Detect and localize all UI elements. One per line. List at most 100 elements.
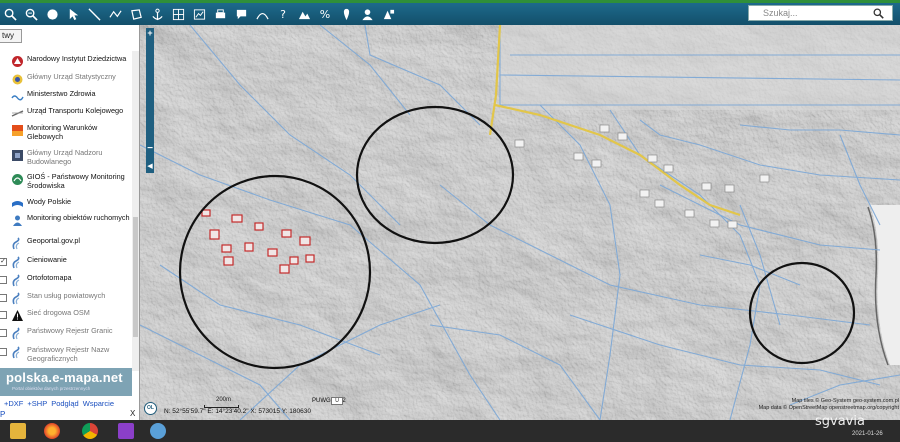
layer-label: Stan usług powiatowych — [27, 291, 106, 300]
zoom-out-tool[interactable] — [21, 4, 41, 24]
layer-item[interactable]: Narodowy Instytut Dziedzictwa — [0, 54, 132, 68]
shp-link[interactable]: +SHP — [27, 399, 47, 411]
zoom-in-tool[interactable] — [0, 4, 20, 24]
measure-path-icon[interactable] — [105, 4, 125, 24]
layer-checkbox[interactable] — [0, 329, 7, 337]
print-icon[interactable] — [210, 4, 230, 24]
logo-text: polska.e-mapa.net — [6, 370, 123, 385]
layers-panel: twy Narodowy Instytut Dziedzictwa Główny … — [0, 25, 140, 420]
layer-checkbox[interactable]: ✓ — [0, 258, 7, 266]
users-icon[interactable] — [357, 4, 377, 24]
layer-label: Narodowy Instytut Dziedzictwa — [27, 54, 127, 63]
curve-icon[interactable] — [252, 4, 272, 24]
layer-label: Państwowy Rejestr Nazw Geograficznych — [27, 345, 110, 363]
search-bar — [748, 5, 893, 21]
layer-item[interactable]: Państwowy Rejestr Granic — [0, 326, 132, 340]
geoportal-icon — [11, 256, 24, 269]
geoportal-icon — [11, 237, 24, 250]
map-statusbar: OL 200m N: 52°55'59.7" E: 14°23'40.2" X:… — [140, 397, 900, 420]
layer-label: Ortofotomapa — [27, 273, 72, 282]
layer-item[interactable]: Urząd Transportu Kolejowego — [0, 106, 132, 120]
logo-subtitle: Portal obiektów danych przestrzennych — [12, 386, 91, 391]
layer-item[interactable]: Geoportal.gov.pl — [0, 236, 132, 250]
layer-item[interactable]: GIOŚ - Państwowy Monitoring Środowiska — [0, 172, 132, 190]
anchor-icon[interactable] — [147, 4, 167, 24]
nid-icon — [11, 55, 24, 68]
building-icon — [11, 149, 24, 162]
layer-item[interactable]: Wody Polskie — [0, 197, 132, 211]
panel-close-button[interactable]: X — [130, 409, 135, 418]
paint-icon[interactable] — [150, 423, 166, 439]
help-icon[interactable]: ? — [273, 4, 293, 24]
grid-select-icon[interactable] — [168, 4, 188, 24]
layer-checkbox[interactable] — [0, 276, 7, 284]
layer-label: Główny Urząd Nadzoru Budowlanego — [27, 148, 103, 166]
measure-area-icon[interactable] — [126, 4, 146, 24]
layer-item[interactable]: Główny Urząd Nadzoru Budowlanego — [0, 148, 132, 166]
cursor-coordinates: N: 52°55'59.7" E: 14°23'40.2" X: 573015 … — [164, 408, 311, 415]
attribution-osm[interactable]: Map data © OpenStreetMap openstreetmap.o… — [729, 405, 899, 412]
soil-icon — [11, 124, 24, 137]
zoom-out-button[interactable]: − — [146, 144, 154, 154]
watermark: sgvavia — [815, 414, 865, 429]
environment-icon — [11, 173, 24, 186]
os-taskbar — [0, 420, 900, 442]
attribution-tiles[interactable]: Map tiles © Geo-System geo-system.com.pl — [729, 398, 899, 405]
layer-list-scrollbar[interactable] — [132, 51, 139, 371]
scroll-thumb[interactable] — [133, 217, 138, 337]
layer-checkbox[interactable] — [0, 348, 7, 356]
warning-icon — [11, 309, 24, 322]
layer-item[interactable]: Monitoring obiektów ruchomych — [0, 213, 132, 227]
layer-label: Urząd Transportu Kolejowego — [27, 106, 124, 115]
file-explorer-icon[interactable] — [10, 423, 26, 439]
pin-icon[interactable] — [336, 4, 356, 24]
layer-checkbox[interactable] — [0, 294, 7, 302]
gus-icon — [11, 73, 24, 86]
panel-foot-left[interactable]: P — [0, 410, 5, 419]
measure-line-icon[interactable] — [84, 4, 104, 24]
comment-icon[interactable] — [231, 4, 251, 24]
layer-checkbox[interactable] — [0, 311, 7, 319]
dxf-link[interactable]: +DXF — [4, 399, 23, 411]
hillshade-map — [140, 25, 900, 420]
export-image-icon[interactable] — [189, 4, 209, 24]
layers-tab[interactable]: twy — [0, 29, 22, 43]
layer-item[interactable]: Ministerstwo Zdrowia — [0, 89, 132, 103]
search-app-icon[interactable] — [118, 423, 134, 439]
taskbar-date: 2021-01-26 — [852, 431, 883, 437]
firefox-icon[interactable] — [44, 423, 60, 439]
layer-label: Cieniowanie — [27, 255, 67, 264]
layer-item[interactable]: Państwowy Rejestr Nazw Geograficznych — [0, 345, 132, 363]
layer-label: Sieć drogowa OSM — [27, 308, 90, 317]
layer-item[interactable]: Monitoring Warunków Glebowych — [0, 123, 132, 141]
layer-label: Państwowy Rejestr Granic — [27, 326, 113, 335]
layer-label: Ministerstwo Zdrowia — [27, 89, 96, 98]
pointer-icon[interactable] — [63, 4, 83, 24]
preview-link[interactable]: Podgląd — [51, 399, 79, 411]
search-icon[interactable] — [871, 6, 885, 20]
support-link[interactable]: Wsparcie — [83, 399, 114, 411]
geoportal-icon — [11, 327, 24, 340]
percent-icon[interactable]: % — [315, 4, 335, 24]
layer-item[interactable]: Ortofotomapa — [0, 273, 132, 287]
layer-item[interactable]: Stan usług powiatowych — [0, 291, 132, 305]
layer-item[interactable]: Sieć drogowa OSM — [0, 308, 132, 322]
collapse-panel-button[interactable]: ◀ — [146, 160, 154, 174]
crs-select[interactable]: U — [331, 397, 343, 405]
layer-label: Główny Urząd Statystyczny — [27, 72, 116, 81]
map-canvas[interactable] — [140, 25, 900, 420]
search-input[interactable] — [749, 6, 871, 20]
openlayers-badge: OL — [144, 402, 157, 415]
layer-label: Geoportal.gov.pl — [27, 236, 81, 245]
terrain-icon[interactable] — [294, 4, 314, 24]
layer-item[interactable]: ✓ Cieniowanie — [0, 255, 132, 269]
shapes-icon[interactable] — [378, 4, 398, 24]
layer-label: GIOŚ - Państwowy Monitoring Środowiska — [27, 172, 125, 190]
map-attribution: Map tiles © Geo-System geo-system.com.pl… — [729, 398, 899, 412]
zoom-in-button[interactable]: + — [146, 28, 154, 38]
layer-label: Wody Polskie — [27, 197, 72, 206]
geoportal-icon — [11, 346, 24, 359]
chrome-icon[interactable] — [82, 423, 98, 439]
layer-item[interactable]: Główny Urząd Statystyczny — [0, 72, 132, 86]
full-extent-icon[interactable] — [42, 4, 62, 24]
